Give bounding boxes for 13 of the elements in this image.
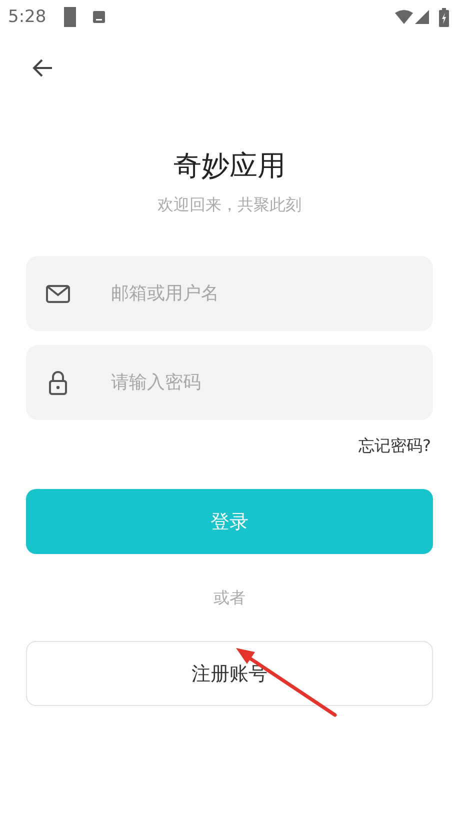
status-time: 5:28 [8,7,46,27]
battery-icon [439,8,449,26]
app-title: 奇妙应用 [172,149,286,183]
wifi-icon [395,10,413,24]
mail-icon [46,284,70,302]
keyboard-icon [93,11,106,23]
email-field[interactable]: 邮箱或用户名 [26,256,433,331]
forgot-password-link[interactable]: 忘记密码? [358,436,431,456]
signal-icon [415,10,429,24]
password-field[interactable]: 请输入密码 [26,345,433,420]
lock-icon [49,370,67,394]
divider-text: 或者 [212,588,246,608]
app-subtitle: 欢迎回来，共聚此刻 [156,195,302,215]
